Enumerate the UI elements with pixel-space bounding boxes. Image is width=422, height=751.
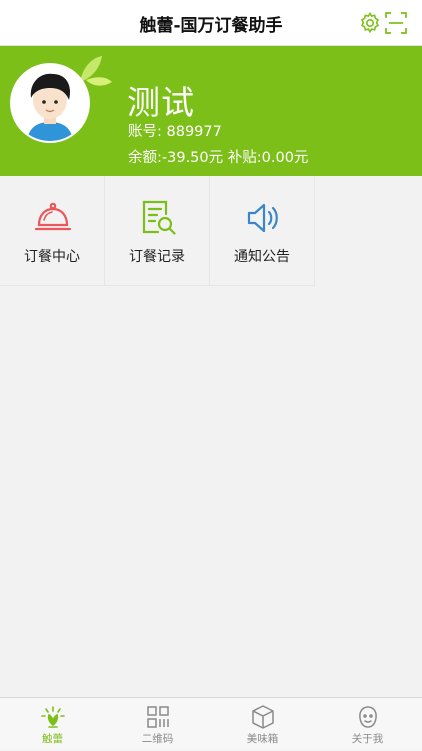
account-label: 账号: bbox=[128, 124, 162, 140]
function-grid: 订餐中心 订餐记录 通知公告 bbox=[0, 176, 316, 286]
tab-about-me[interactable]: 关于我 bbox=[315, 698, 420, 751]
avatar[interactable] bbox=[9, 62, 91, 144]
scan-icon[interactable] bbox=[384, 11, 408, 35]
bud-icon bbox=[41, 706, 65, 728]
menu-label: 订餐中心 bbox=[24, 249, 80, 265]
balance-line: 余额:-39.50元 补贴:0.00元 bbox=[128, 146, 308, 167]
tab-home[interactable]: 触蕾 bbox=[0, 698, 105, 751]
balance-value: -39.50元 bbox=[161, 150, 224, 166]
box-icon bbox=[252, 705, 274, 729]
profile-header: 测试 账号: 889977 余额:-39.50元 补贴:0.00元 bbox=[0, 46, 422, 176]
account-line: 账号: 889977 bbox=[128, 120, 222, 141]
speaker-icon bbox=[247, 203, 278, 233]
menu-order-center[interactable]: 订餐中心 bbox=[0, 176, 105, 286]
tab-label: 触蕾 bbox=[42, 733, 63, 745]
account-value: 889977 bbox=[166, 124, 222, 140]
menu-label: 订餐记录 bbox=[129, 249, 185, 265]
tab-label: 关于我 bbox=[351, 733, 384, 745]
user-name: 测试 bbox=[127, 83, 195, 122]
subsidy-label: 补贴: bbox=[227, 150, 262, 166]
record-search-icon bbox=[142, 200, 176, 235]
tab-label: 二维码 bbox=[141, 733, 174, 745]
balance-label: 余额: bbox=[128, 150, 162, 166]
menu-label: 通知公告 bbox=[234, 249, 290, 265]
face-icon bbox=[359, 706, 377, 728]
gear-icon[interactable] bbox=[358, 11, 382, 35]
tab-bar: 触蕾 二维码 美味箱 关于我 bbox=[0, 697, 422, 750]
tab-qrcode[interactable]: 二维码 bbox=[105, 698, 210, 751]
menu-notices[interactable]: 通知公告 bbox=[210, 176, 315, 286]
navigation-bar: 触蕾-国万订餐助手 bbox=[0, 0, 422, 46]
subsidy-value: 0.00元 bbox=[261, 150, 309, 166]
cloche-icon bbox=[34, 202, 72, 231]
menu-order-records[interactable]: 订餐记录 bbox=[105, 176, 210, 286]
qrcode-icon bbox=[147, 706, 169, 728]
tab-tasty-box[interactable]: 美味箱 bbox=[210, 698, 315, 751]
tab-label: 美味箱 bbox=[246, 733, 279, 745]
